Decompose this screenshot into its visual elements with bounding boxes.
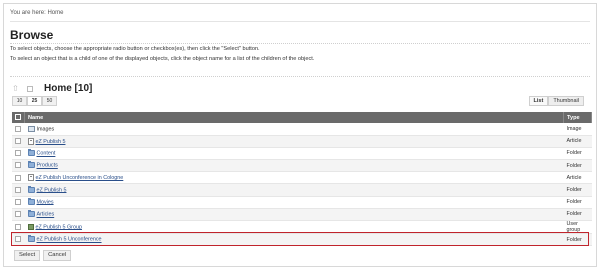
article-icon: [27, 137, 34, 145]
type-cell: Folder: [563, 208, 592, 222]
type-cell: Folder: [563, 159, 592, 173]
name-cell: eZ Publish 5 Unconference: [24, 233, 564, 247]
article-icon: [27, 174, 34, 182]
type-cell: Folder: [563, 147, 592, 161]
object-name-link[interactable]: eZ Publish 5 Group: [36, 224, 82, 230]
table-row: eZ Publish 5 Group User group: [12, 220, 592, 234]
node-title: Home [10]: [44, 83, 93, 94]
table-row: Articles Folder: [12, 208, 592, 222]
browse-panel: You are here: Home Browse To select obje…: [3, 3, 597, 267]
type-cell: Folder: [563, 233, 592, 247]
row-checkbox[interactable]: [15, 199, 22, 205]
type-cell: Article: [563, 171, 592, 185]
type-cell: User group: [563, 220, 592, 234]
items-per-page-switch: 10 25 50: [12, 96, 57, 106]
user-group-icon: [27, 223, 34, 230]
breadcrumb: You are here: Home: [10, 10, 64, 16]
page-title: Browse: [10, 28, 54, 42]
name-cell: Articles: [24, 208, 564, 222]
row-checkbox-cell: [12, 171, 25, 185]
object-name-link[interactable]: Content: [37, 151, 56, 157]
description-line: To select an object that is a child of o…: [10, 56, 315, 62]
folder-icon: [27, 161, 35, 169]
object-name-link[interactable]: eZ Publish 5: [36, 139, 66, 145]
type-cell: Image: [563, 123, 592, 136]
folder-icon: [27, 235, 35, 243]
row-checkbox[interactable]: [15, 211, 22, 218]
cancel-button[interactable]: Cancel: [43, 250, 72, 261]
folder-icon: [27, 198, 35, 205]
row-checkbox[interactable]: [15, 174, 22, 181]
row-checkbox[interactable]: [15, 162, 22, 169]
folder-icon: [27, 210, 35, 218]
select-all-header[interactable]: [12, 112, 25, 123]
object-name-link[interactable]: Movies: [37, 199, 54, 205]
name-cell: eZ Publish 5: [24, 183, 564, 197]
name-cell: eZ Publish Unconference in Cologne: [24, 171, 564, 185]
table-row: eZ Publish 5 Unconference Folder: [12, 233, 592, 247]
object-name-link[interactable]: eZ Publish 5: [37, 187, 67, 193]
row-checkbox[interactable]: [15, 150, 22, 157]
type-column-header: Type: [563, 112, 592, 123]
name-cell: Products: [24, 159, 564, 173]
table-row: eZ Publish Unconference in Cologne Articl…: [12, 171, 592, 185]
list-view-button[interactable]: List: [528, 96, 549, 106]
title-divider: [10, 43, 590, 44]
name-cell: Movies: [24, 196, 564, 209]
up-arrow-icon[interactable]: ⇧: [12, 84, 20, 93]
breadcrumb-divider: [10, 21, 590, 22]
image-icon: [27, 125, 35, 132]
node-checkbox[interactable]: [27, 85, 33, 92]
table-row: Movies Folder: [12, 196, 592, 209]
object-name: Images: [36, 126, 55, 133]
folder-icon: [27, 149, 35, 157]
row-checkbox[interactable]: [15, 125, 22, 132]
table-row: eZ Publish 5 Folder: [12, 183, 592, 197]
name-cell: eZ Publish 5 Group: [24, 220, 564, 234]
limit-50-button[interactable]: 50: [42, 96, 57, 106]
description-divider: [10, 76, 590, 77]
object-list-table: Name Type Images Image eZ Publish 5 Article…: [12, 112, 592, 247]
type-cell: Folder: [563, 196, 592, 209]
type-cell: Article: [563, 135, 592, 148]
table-row: eZ Publish 5 Article: [12, 135, 592, 148]
row-checkbox-cell: [12, 220, 25, 234]
row-checkbox[interactable]: [15, 236, 22, 243]
name-cell: eZ Publish 5: [24, 135, 564, 148]
row-checkbox-cell: [12, 196, 25, 209]
table-row: Content Folder: [12, 147, 592, 161]
select-button[interactable]: Select: [14, 250, 41, 261]
thumbnail-view-button[interactable]: Thumbnail: [548, 96, 584, 106]
row-checkbox-cell: [12, 135, 25, 148]
object-name-link[interactable]: eZ Publish 5 Unconference: [37, 237, 102, 243]
object-name-link[interactable]: eZ Publish Unconference in Cologne: [36, 175, 124, 181]
row-checkbox-cell: [12, 233, 25, 247]
object-name-link[interactable]: Articles: [37, 212, 55, 218]
name-column-header: Name: [24, 112, 564, 123]
invert-selection-icon[interactable]: [15, 114, 21, 121]
current-node: ⇧ Home [10]: [12, 83, 92, 94]
limit-10-button[interactable]: 10: [12, 96, 27, 106]
row-checkbox[interactable]: [15, 138, 22, 145]
row-checkbox-cell: [12, 208, 25, 222]
row-checkbox-cell: [12, 147, 25, 161]
row-checkbox-cell: [12, 183, 25, 197]
name-cell: Content: [24, 147, 564, 161]
limit-25-button[interactable]: 25: [27, 96, 42, 106]
type-cell: Folder: [563, 183, 592, 197]
row-checkbox[interactable]: [15, 223, 22, 230]
view-mode-switch: List Thumbnail: [528, 96, 584, 106]
object-name-link[interactable]: Products: [37, 163, 58, 169]
row-checkbox-cell: [12, 123, 25, 136]
action-bar: Select Cancel: [14, 250, 74, 261]
folder-icon: [27, 185, 35, 193]
row-checkbox-cell: [12, 159, 25, 173]
table-header-row: Name Type: [12, 112, 592, 123]
table-row: Products Folder: [12, 159, 592, 173]
table-row: Images Image: [12, 123, 592, 136]
name-cell: Images: [24, 123, 564, 136]
row-checkbox[interactable]: [15, 186, 22, 193]
description-line: To select objects, choose the appropriat…: [10, 46, 260, 52]
